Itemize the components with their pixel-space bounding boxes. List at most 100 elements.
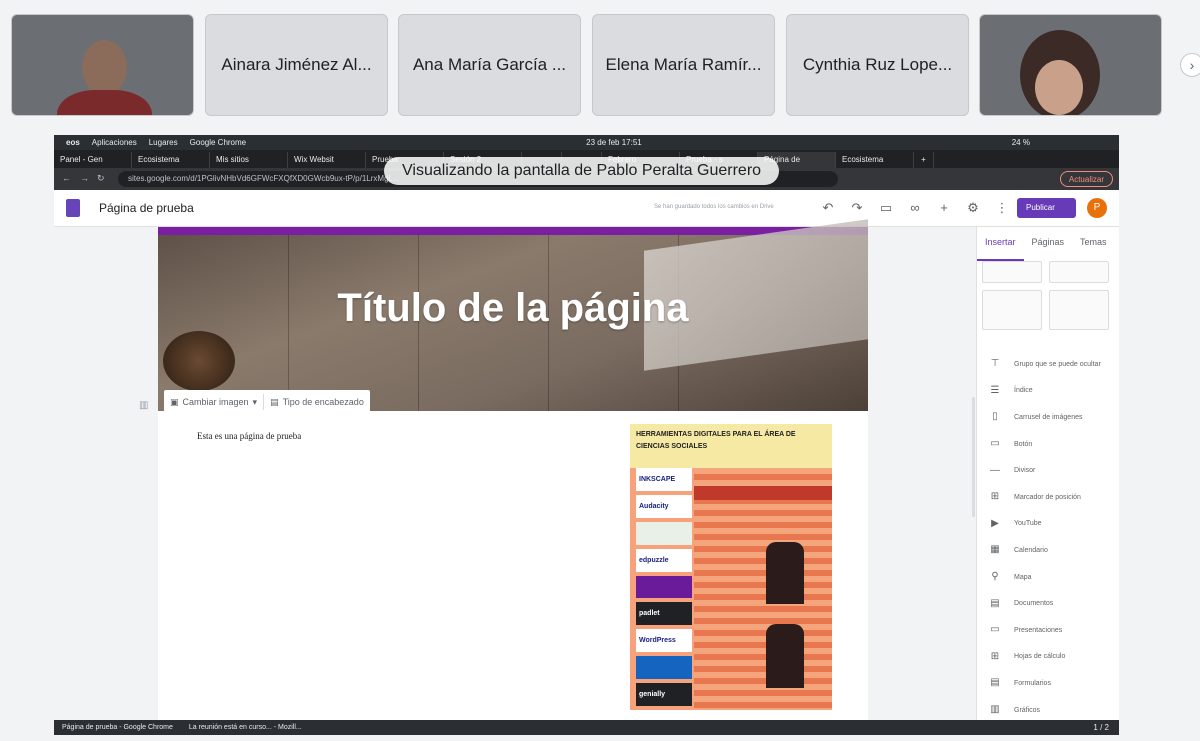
layout-thumbnail[interactable]: [1049, 290, 1109, 330]
reload-icon[interactable]: ↻: [97, 173, 105, 184]
link-icon[interactable]: ∞: [906, 200, 924, 216]
taskbar-item[interactable]: Página de prueba - Google Chrome: [54, 724, 181, 731]
avatar[interactable]: P: [1087, 198, 1107, 218]
insert-item-label: Grupo que se puede ocultar: [1014, 360, 1101, 368]
undo-icon[interactable]: ↶: [819, 200, 837, 216]
insert-item-label: Carrusel de imágenes: [1014, 413, 1083, 421]
header-type-button[interactable]: ▤ Tipo de encabezado: [264, 397, 370, 408]
body-text[interactable]: Esta es una página de prueba: [197, 431, 301, 441]
preview-icon[interactable]: ▭: [877, 200, 895, 216]
tab-temas[interactable]: Temas: [1072, 227, 1115, 261]
participant-name: Ana María García ...: [412, 55, 567, 74]
participant-tile[interactable]: Cynthia Ruz Lope...: [786, 14, 969, 116]
taskbar-item[interactable]: La reunión está en curso... - Mozill...: [181, 724, 310, 731]
layout-thumbnail[interactable]: [982, 290, 1042, 330]
layout-thumbnails: [982, 261, 1112, 335]
insert-item-calendar[interactable]: ▦ Calendario: [989, 537, 1114, 564]
more-icon[interactable]: ⋮: [993, 200, 1011, 216]
poster-image[interactable]: HERRAMIENTAS DIGITALES PARA EL ÁREA DE C…: [630, 424, 832, 710]
poster-band: [694, 486, 832, 500]
participant-tile[interactable]: Ana María García ...: [398, 14, 581, 116]
new-tab-button[interactable]: +: [914, 152, 934, 168]
back-icon[interactable]: ←: [62, 173, 71, 183]
page-title[interactable]: Título de la página: [308, 285, 718, 331]
insert-sidebar: Insertar Páginas Temas ⊤ Grupo que se pue…: [976, 227, 1119, 720]
change-image-label: Cambiar imagen: [182, 397, 249, 407]
participants-strip: Ainara Jiménez Al... Ana María García ..…: [0, 0, 1200, 130]
settings-icon[interactable]: ⚙: [964, 200, 982, 216]
insert-item-sheets[interactable]: ⊞ Hojas de cálculo: [989, 644, 1114, 671]
chevron-right-icon: ›: [1189, 57, 1195, 73]
publish-button[interactable]: Publicar: [1017, 198, 1076, 218]
insert-item-toc[interactable]: ☰ Índice: [989, 378, 1114, 405]
change-image-button[interactable]: ▣ Cambiar imagen ▾: [164, 397, 263, 408]
participant-tile[interactable]: Elena María Ramír...: [592, 14, 775, 116]
participant-video-tile[interactable]: [11, 14, 194, 116]
insert-item-label: Marcador de posición: [1014, 493, 1081, 501]
insert-item-forms[interactable]: ▤ Formularios: [989, 670, 1114, 697]
audacity-logo: Audacity: [636, 494, 692, 518]
insert-item-label: Formularios: [1014, 679, 1051, 687]
collapsible-icon: ⊤: [990, 358, 1000, 370]
docs-icon: ▤: [990, 597, 1000, 609]
poster-logos: INKSCAPE Audacity edpuzzle padlet WordPr…: [636, 468, 692, 710]
participant-person: [82, 40, 127, 95]
os-menu-item[interactable]: Aplicaciones: [92, 138, 137, 147]
header-type-icon: ▤: [270, 396, 279, 407]
insert-item-carousel[interactable]: ▯ Carrusel de imágenes: [989, 404, 1114, 431]
insert-item-slides[interactable]: ▭ Presentaciones: [989, 617, 1114, 644]
participant-shirt: [57, 90, 152, 115]
insert-item-button[interactable]: ▭ Botón: [989, 431, 1114, 458]
share-icon[interactable]: +: [935, 200, 953, 216]
delete-section-icon[interactable]: ▥: [139, 400, 151, 412]
header-controls: ▣ Cambiar imagen ▾ ▤ Tipo de encabezado: [164, 390, 370, 414]
clapper-logo: [636, 656, 692, 680]
insert-item-label: Mapa: [1014, 573, 1032, 581]
charts-icon: ▥: [990, 704, 1000, 716]
divider-icon: —: [990, 464, 1000, 476]
canvas-scrollbar[interactable]: [972, 397, 975, 517]
button-icon: ▭: [990, 438, 1000, 450]
participant-name: Elena María Ramír...: [605, 55, 762, 74]
insert-item-label: Gráficos: [1014, 706, 1041, 714]
forms-icon: ▤: [990, 677, 1000, 689]
tab-insertar[interactable]: Insertar: [977, 227, 1024, 261]
insert-item-placeholder[interactable]: ⊞ Marcador de posición: [989, 484, 1114, 511]
calendar-icon: ▦: [990, 544, 1000, 556]
insert-item-label: Botón: [1014, 440, 1033, 448]
chevron-down-icon: ▾: [252, 396, 258, 407]
redo-icon[interactable]: ↷: [848, 200, 866, 216]
os-menu-item[interactable]: Lugares: [149, 138, 178, 147]
insert-item-docs[interactable]: ▤ Documentos: [989, 590, 1114, 617]
browser-tab[interactable]: Panel - Gen: [54, 152, 132, 168]
browser-tab[interactable]: Mis sitios: [210, 152, 288, 168]
participant-video-tile[interactable]: [979, 14, 1162, 116]
insert-item-youtube[interactable]: ▶ YouTube: [989, 511, 1114, 538]
image-icon: ▣: [170, 396, 179, 407]
participant-face: [1035, 60, 1083, 115]
browser-tab[interactable]: Ecosistema: [836, 152, 914, 168]
os-menu-item[interactable]: Google Chrome: [190, 138, 246, 147]
page-column: Título de la página ▣ Cambiar imagen ▾ ▤ Ti…: [158, 219, 868, 720]
insert-item-divider[interactable]: — Divisor: [989, 457, 1114, 484]
browser-tab[interactable]: Wix Websit: [288, 152, 366, 168]
insert-items: ⊤ Grupo que se puede ocultar ☰ Índice ▯ Car…: [989, 351, 1114, 723]
header-type-label: Tipo de encabezado: [282, 397, 364, 407]
next-participants-button[interactable]: ›: [1180, 53, 1200, 77]
participant-tile[interactable]: Ainara Jiménez Al...: [205, 14, 388, 116]
page-header[interactable]: Título de la página ▣ Cambiar imagen ▾ ▤ Ti…: [158, 219, 868, 414]
insert-item-collapsible[interactable]: ⊤ Grupo que se puede ocultar: [989, 351, 1114, 378]
poster-tower: [694, 468, 832, 710]
eos-logo: eos: [66, 138, 80, 147]
tab-paginas[interactable]: Páginas: [1024, 227, 1073, 261]
layout-thumbnail[interactable]: [982, 261, 1042, 283]
youtube-icon: ▶: [991, 517, 999, 529]
layout-thumbnail[interactable]: [1049, 261, 1109, 283]
wordpress-logo: WordPress: [636, 629, 692, 653]
browser-tab[interactable]: Ecosistema: [132, 152, 210, 168]
forward-icon[interactable]: →: [80, 173, 89, 183]
update-button[interactable]: Actualizar: [1059, 171, 1113, 187]
site-title[interactable]: Página de prueba: [99, 201, 194, 215]
insert-item-map[interactable]: ⚲ Mapa: [989, 564, 1114, 591]
insert-item-label: Calendario: [1014, 546, 1048, 554]
